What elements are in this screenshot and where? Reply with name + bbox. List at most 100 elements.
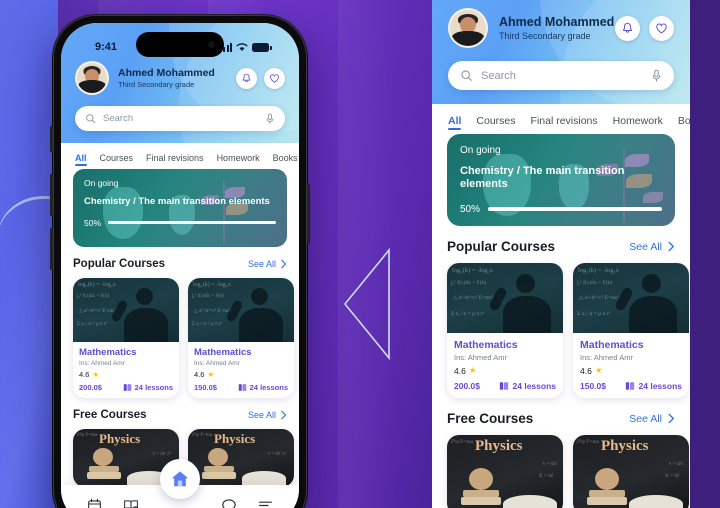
popular-courses-row: log₂(k) = -log₂x ∫ₐᵇ f(x)dx = F(b) △ a²+… — [447, 263, 689, 398]
tab-final-revisions[interactable]: Final revisions — [531, 115, 598, 127]
microphone-icon[interactable] — [651, 69, 662, 83]
tab-courses[interactable]: Courses — [100, 153, 134, 163]
heart-icon — [656, 23, 667, 33]
phone-mockup: 9:41 Ahmed Mohammed Third Secondary grad… — [50, 14, 310, 508]
tab-books[interactable]: Books — [678, 115, 690, 127]
tab-courses[interactable]: Courses — [476, 115, 515, 127]
chevron-right-icon — [281, 259, 287, 269]
avatar[interactable] — [75, 61, 109, 95]
teacher-silhouette — [124, 308, 168, 342]
favorites-button[interactable] — [264, 67, 285, 89]
tab-all[interactable]: All — [75, 153, 87, 166]
course-meta: 150.0$ 24 lessons — [194, 383, 288, 392]
progress-bar — [488, 207, 662, 212]
course-instructor: Ins: Ahmed Amr — [79, 360, 125, 367]
rating-value: 4.6 — [194, 370, 205, 379]
tab-homework[interactable]: Homework — [217, 153, 260, 163]
course-thumbnail: log₂(k) = -log₂x ∫ₐᵇ f(x)dx = F(b) △ a²+… — [447, 263, 563, 333]
favorites-button[interactable] — [649, 15, 674, 41]
course-rating: 4.6 ★ — [79, 370, 173, 379]
course-rating: 4.6 ★ — [580, 365, 682, 376]
section-title: Free Courses — [73, 409, 147, 421]
calendar-icon[interactable] — [87, 498, 102, 508]
course-card[interactable]: log₂(k) = -log₂x ∫ₐᵇ f(x)dx = F(b) △ a²+… — [573, 263, 689, 398]
banner-title: Chemistry / The main transition elements — [84, 196, 270, 207]
user-info: Ahmed Mohammed Third Secondary grade — [118, 67, 236, 89]
chat-bubble-icon[interactable] — [221, 498, 237, 508]
phone-power-button[interactable] — [307, 184, 310, 244]
notification-button[interactable] — [236, 67, 257, 89]
search-bar[interactable]: Search — [448, 61, 674, 90]
see-all-free-button[interactable]: See All — [248, 410, 287, 420]
tab-all[interactable]: All — [448, 115, 462, 130]
books-decor — [461, 497, 501, 505]
books-decor — [89, 466, 119, 472]
see-all-label: See All — [247, 410, 276, 420]
profile-row[interactable]: Ahmed Mohammed Third Secondary grade — [75, 61, 285, 95]
tab-homework[interactable]: Homework — [613, 115, 663, 127]
microphone-icon[interactable] — [265, 113, 275, 125]
course-price: 150.0$ — [580, 381, 606, 391]
book-icon — [625, 382, 634, 390]
status-icons — [219, 42, 272, 52]
profile-row[interactable]: Ahmed Mohammed Third Secondary grade — [448, 8, 674, 48]
phone-side-button[interactable] — [50, 126, 53, 152]
user-name: Ahmed Mohammed — [118, 67, 215, 79]
course-card[interactable]: ∂²ψ F=ma v = d/t E = hf Physics — [447, 435, 563, 508]
phone-volume-down-button[interactable] — [50, 228, 53, 270]
phone-volume-up-button[interactable] — [50, 174, 53, 216]
see-all-label: See All — [629, 240, 662, 253]
header-actions — [236, 67, 285, 89]
see-all-free-button[interactable]: See All — [629, 413, 675, 425]
notification-button[interactable] — [615, 15, 640, 41]
app-header: Ahmed Mohammed Third Secondary grade Sea… — [432, 0, 690, 104]
course-thumbnail: log₂(k) = -log₂x ∫ₐᵇ f(x)dx = F(b) △ a²+… — [573, 263, 689, 333]
course-thumbnail: log₂(k) = -log₂x ∫ₐᵇ f(x)dx = F(b) △ a²+… — [73, 278, 179, 342]
app-body: On going Chemistry / The main transition… — [61, 169, 299, 487]
teacher-silhouette — [136, 288, 153, 305]
see-all-popular-button[interactable]: See All — [629, 241, 675, 253]
banner-leaf-decor — [643, 192, 663, 203]
course-title: Mathematics — [580, 339, 644, 351]
menu-lines-icon[interactable] — [258, 499, 273, 508]
bell-icon — [623, 22, 632, 33]
free-courses-row: ∂²ψ F=ma v = d/t E = hf Physics ∂²ψ F=ma… — [447, 435, 689, 508]
search-input[interactable]: Search — [103, 113, 265, 124]
see-all-popular-button[interactable]: See All — [248, 259, 287, 269]
rating-value: 4.6 — [454, 365, 466, 376]
wifi-icon — [236, 43, 248, 52]
search-bar[interactable]: Search — [75, 106, 285, 131]
ongoing-course-banner[interactable]: On going Chemistry / The main transition… — [447, 134, 675, 226]
course-card[interactable]: log₂(k) = -log₂x ∫ₐᵇ f(x)dx = F(b) △ a²+… — [447, 263, 563, 398]
home-button[interactable] — [160, 459, 200, 499]
course-card[interactable]: ∂²ψ F=ma v = d/t 🎓 Physics — [188, 429, 294, 487]
course-instructor: Ins: Ahmed Amr — [194, 360, 240, 367]
banner-progress-label: 50% — [84, 217, 102, 228]
user-grade: Third Secondary grade — [118, 80, 195, 89]
ongoing-course-banner[interactable]: On going Chemistry / The main transition… — [73, 169, 287, 247]
course-card[interactable]: log₂(k) = -log₂x ∫ₐᵇ f(x)dx = F(b) △ a²+… — [73, 278, 179, 398]
phone-screen: 9:41 Ahmed Mohammed Third Secondary grad… — [61, 23, 299, 508]
course-instructor: Ins: Ahmed Amr — [580, 353, 633, 362]
book-icon — [238, 384, 246, 391]
teacher-silhouette — [629, 296, 677, 333]
section-title: Popular Courses — [73, 258, 166, 270]
banner-progress-row: 50% — [84, 218, 276, 228]
course-lessons: 24 lessons — [123, 383, 173, 392]
search-input[interactable]: Search — [481, 70, 651, 82]
book-open-icon[interactable] — [123, 498, 139, 508]
course-title: Mathematics — [194, 347, 252, 358]
avatar[interactable] — [448, 8, 488, 48]
tab-books[interactable]: Books — [273, 153, 298, 163]
status-time: 9:41 — [95, 41, 118, 53]
front-camera-icon — [208, 41, 215, 48]
tab-final-revisions[interactable]: Final revisions — [146, 153, 204, 163]
enlarged-app-panel: Ahmed Mohammed Third Secondary grade Sea… — [432, 0, 690, 508]
course-card[interactable]: ∂²ψ F=ma v = d/t E = hf Physics — [573, 435, 689, 508]
course-rating: 4.6 ★ — [194, 370, 288, 379]
course-info: Mathematics Ins: Ahmed Amr 4.6 ★ 200.0$ — [73, 342, 179, 398]
see-all-label: See All — [629, 412, 662, 425]
course-card[interactable]: log₂(k) = -log₂x ∫ₐᵇ f(x)dx = F(b) △ a²+… — [188, 278, 294, 398]
clock-decor — [595, 468, 619, 490]
banner-flask-decor — [103, 187, 143, 239]
